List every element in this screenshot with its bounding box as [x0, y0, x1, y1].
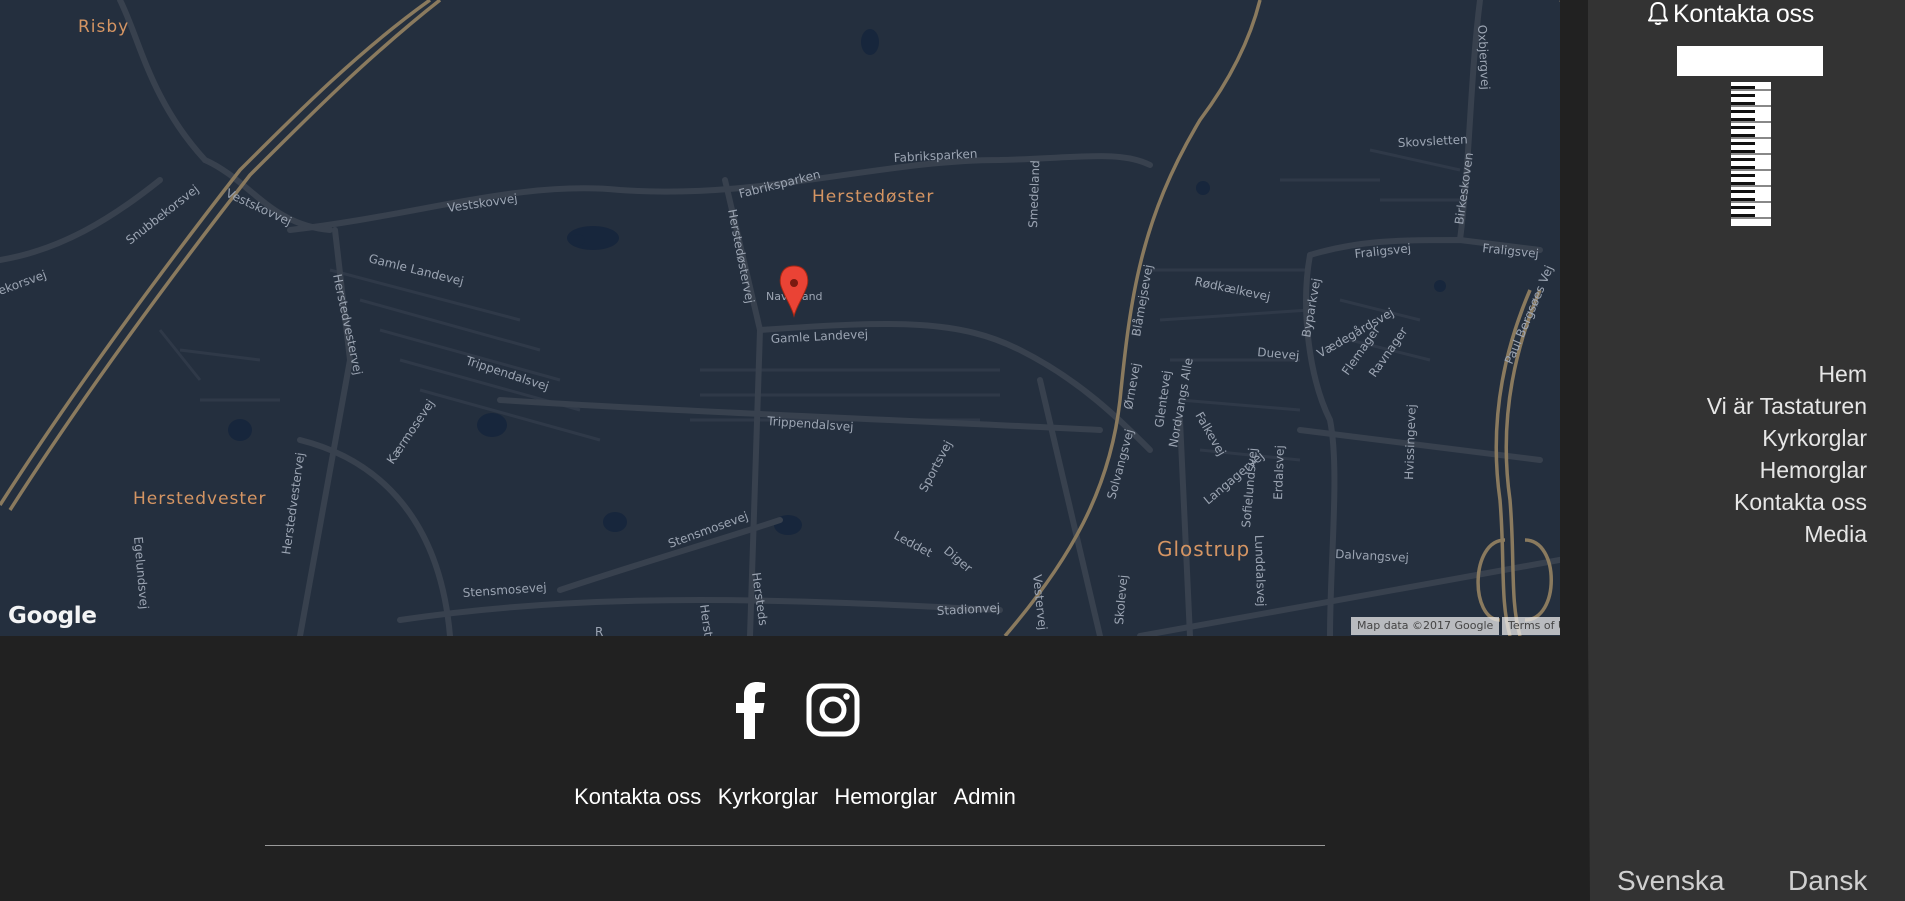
facebook-icon[interactable]	[730, 680, 770, 740]
nav-item-hem[interactable]: Hem	[1707, 358, 1867, 390]
svg-text:Smedeland: Smedeland	[1026, 160, 1042, 228]
svg-text:ekorsvej: ekorsvej	[0, 267, 48, 297]
label-herstedvester: Herstedvester	[133, 489, 267, 509]
svg-text:Rødkælkevej: Rødkælkevej	[1193, 274, 1271, 304]
footer-links: Kontakta oss Kyrkorglar Hemorglar Admin	[0, 784, 1590, 810]
svg-text:Sportsvej: Sportsvej	[916, 438, 955, 494]
svg-text:Nordvangs Alle: Nordvangs Alle	[1166, 357, 1196, 449]
google-logo[interactable]: Google	[8, 603, 97, 629]
svg-text:Birkeskoven: Birkeskoven	[1452, 152, 1476, 226]
nav-item-contact[interactable]: Kontakta oss	[1707, 486, 1867, 518]
nav-item-kyrkorglar[interactable]: Kyrkorglar	[1707, 422, 1867, 454]
svg-text:Kærmosevej: Kærmosevej	[384, 397, 437, 467]
piano-keys-logo[interactable]	[1677, 46, 1823, 231]
map[interactable]: Risby Herstedøster Herstedvester Glostru…	[0, 0, 1587, 636]
svg-text:Skovsletten: Skovsletten	[1397, 132, 1468, 150]
svg-text:Hvissingevej: Hvissingevej	[1402, 404, 1419, 480]
language-dansk[interactable]: Dansk	[1788, 865, 1867, 897]
label-herstedoster: Herstedøster	[812, 187, 934, 207]
label-risby: Risby	[78, 17, 129, 37]
contact-link[interactable]: Kontakta oss	[1647, 0, 1814, 28]
svg-text:Diger: Diger	[941, 544, 975, 576]
footer-link-kyrkorglar[interactable]: Kyrkorglar	[718, 784, 818, 809]
contact-label: Kontakta oss	[1673, 0, 1814, 28]
language-svenska[interactable]: Svenska	[1617, 865, 1724, 897]
footer: Kontakta oss Kyrkorglar Hemorglar Admin	[0, 636, 1590, 901]
svg-text:Stadionvej: Stadionvej	[936, 601, 1000, 618]
svg-text:Lunddalsvej: Lunddalsvej	[1252, 535, 1268, 607]
svg-text:Dalvangsvej: Dalvangsvej	[1335, 547, 1409, 565]
svg-text:Vestskovvej: Vestskovvej	[224, 186, 294, 229]
svg-text:Herst: Herst	[697, 603, 715, 636]
svg-text:Leddet: Leddet	[892, 528, 935, 560]
svg-text:Fraligsvej: Fraligsvej	[1482, 241, 1540, 261]
map-district-labels: Risby Herstedøster Herstedvester Glostru…	[78, 17, 1250, 561]
footer-link-contact[interactable]: Kontakta oss	[574, 784, 701, 809]
map-roads	[0, 0, 1587, 636]
footer-link-hemorglar[interactable]: Hemorglar	[834, 784, 937, 809]
svg-text:Solvangsvej: Solvangsvej	[1104, 428, 1136, 501]
map-data-attribution: Map data ©2017 Google	[1351, 617, 1500, 635]
svg-text:Stensmosevej: Stensmosevej	[462, 580, 547, 600]
map-marker-icon[interactable]	[779, 265, 809, 318]
svg-text:Vestskovvej: Vestskovvej	[446, 191, 518, 215]
svg-text:Skolevej: Skolevej	[1112, 574, 1130, 625]
svg-text:Sofielundsvej: Sofielundsvej	[1239, 447, 1260, 528]
instagram-icon[interactable]	[806, 683, 860, 737]
map-highways	[0, 0, 1587, 636]
svg-text:Herstedøstervej: Herstedøstervej	[725, 208, 757, 305]
svg-text:R: R	[595, 625, 603, 636]
nav-item-about[interactable]: Vi är Tastaturen	[1707, 390, 1867, 422]
label-glostrup: Glostrup	[1157, 537, 1250, 561]
bell-icon	[1648, 2, 1668, 25]
svg-text:Egelundsvej: Egelundsvej	[131, 536, 151, 610]
nav-item-hemorglar[interactable]: Hemorglar	[1707, 454, 1867, 486]
svg-text:Fabriksparken: Fabriksparken	[737, 167, 822, 201]
svg-text:Paul Bergsøes Vej: Paul Bergsøes Vej	[1502, 263, 1556, 366]
svg-text:Oxbjergvej: Oxbjergvej	[1475, 24, 1492, 90]
svg-text:Byparkvej: Byparkvej	[1299, 277, 1323, 339]
footer-link-admin[interactable]: Admin	[954, 784, 1016, 809]
svg-text:Herstedvestervej: Herstedvestervej	[279, 452, 307, 556]
nav-item-media[interactable]: Media	[1707, 518, 1867, 550]
map-canvas[interactable]: Risby Herstedøster Herstedvester Glostru…	[0, 0, 1587, 636]
main-nav: Hem Vi är Tastaturen Kyrkorglar Hemorgla…	[1707, 358, 1867, 550]
footer-divider	[265, 845, 1325, 846]
svg-text:Erdalsvej: Erdalsvej	[1271, 445, 1287, 500]
